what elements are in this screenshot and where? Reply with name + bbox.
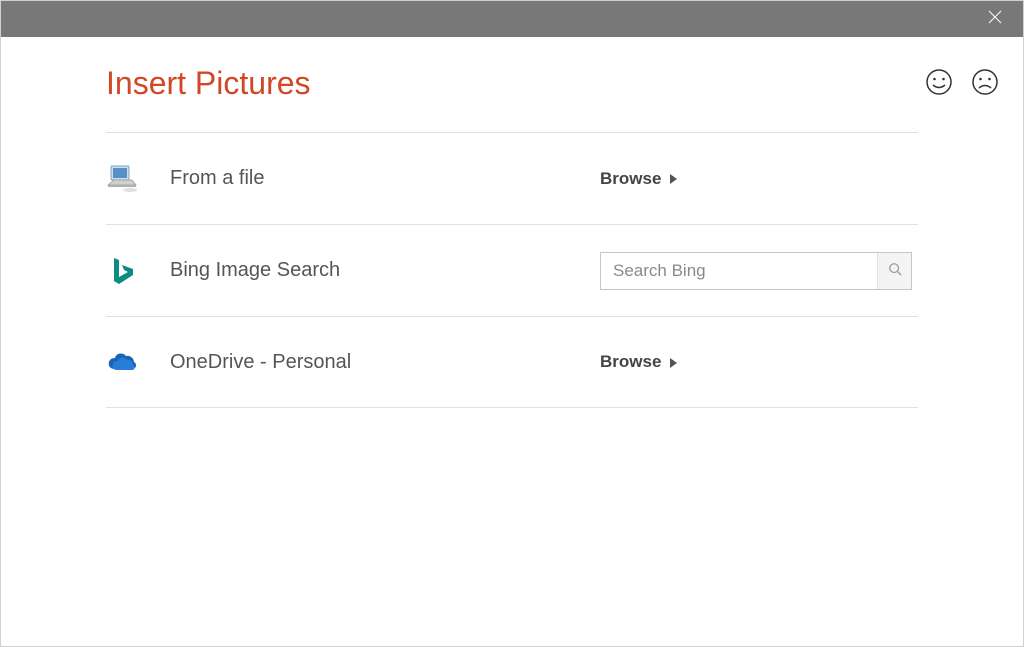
browse-label: Browse	[600, 352, 661, 372]
feedback-icons	[925, 68, 999, 96]
computer-icon	[106, 163, 138, 195]
onedrive-action: Browse	[600, 352, 918, 372]
bing-icon	[106, 255, 138, 287]
bing-search-button[interactable]	[877, 253, 911, 289]
from-file-label: From a file	[170, 167, 600, 190]
feedback-happy-button[interactable]	[925, 68, 953, 96]
onedrive-label: OneDrive - Personal	[170, 351, 600, 374]
onedrive-icon	[106, 346, 138, 378]
feedback-sad-button[interactable]	[971, 68, 999, 96]
frown-icon	[971, 83, 999, 100]
dialog-header: Insert Pictures	[1, 65, 1023, 102]
search-icon	[888, 262, 902, 279]
bing-search-box	[600, 252, 912, 290]
bing-action	[600, 252, 918, 290]
close-icon	[987, 9, 1003, 30]
bing-label: Bing Image Search	[170, 259, 600, 282]
onedrive-browse-button[interactable]: Browse	[600, 352, 677, 372]
titlebar	[1, 1, 1023, 37]
caret-right-icon	[670, 174, 677, 184]
browse-label: Browse	[600, 169, 661, 189]
smile-icon	[925, 83, 953, 100]
from-file-browse-button[interactable]: Browse	[600, 169, 677, 189]
source-list: From a file Browse Bing Image Search	[1, 132, 1023, 408]
onedrive-icon-container	[106, 346, 170, 378]
row-from-file: From a file Browse	[106, 132, 918, 224]
row-bing: Bing Image Search	[106, 224, 918, 316]
caret-right-icon	[670, 358, 677, 368]
dialog-content: Insert Pictures	[1, 37, 1023, 408]
row-onedrive: OneDrive - Personal Browse	[106, 316, 918, 408]
close-button[interactable]	[979, 1, 1011, 37]
from-file-action: Browse	[600, 169, 918, 189]
bing-search-input[interactable]	[601, 253, 877, 289]
dialog-title: Insert Pictures	[106, 65, 925, 102]
from-file-icon-container	[106, 163, 170, 195]
bing-icon-container	[106, 255, 170, 287]
